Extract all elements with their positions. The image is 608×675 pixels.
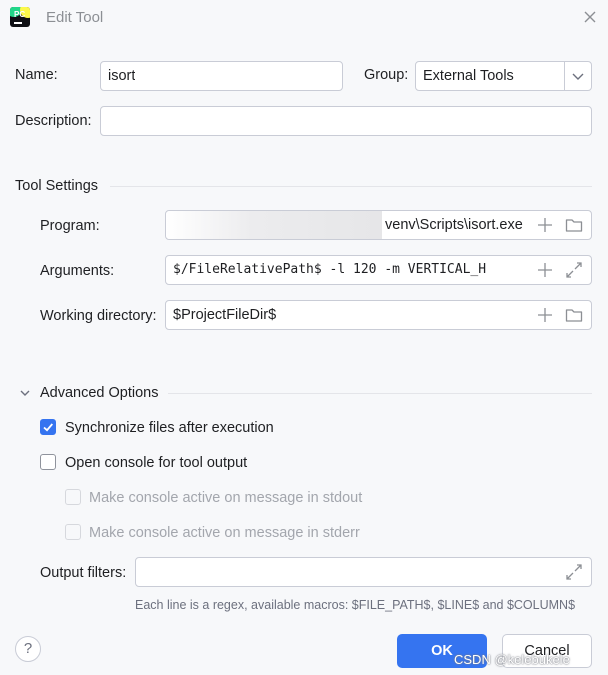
output-filters-label: Output filters:	[40, 565, 127, 581]
help-button[interactable]: ?	[15, 636, 41, 662]
stderr-active-checkbox	[65, 524, 81, 540]
tool-settings-separator	[110, 186, 592, 187]
close-icon[interactable]	[580, 7, 600, 27]
program-input[interactable]: venv\Scripts\isort.exe	[165, 210, 592, 240]
sync-files-label[interactable]: Synchronize files after execution	[65, 420, 274, 436]
folder-icon[interactable]	[564, 305, 584, 325]
open-console-checkbox[interactable]	[40, 454, 56, 470]
chevron-down-icon[interactable]	[568, 66, 588, 86]
output-filters-input[interactable]	[135, 557, 592, 587]
open-console-label[interactable]: Open console for tool output	[65, 455, 247, 471]
watermark: CSDN @kelebukele	[454, 652, 570, 667]
group-select[interactable]: External Tools	[415, 61, 592, 91]
arguments-input-value: $/FileRelativePath$ -l 120 -m VERTICAL_H	[173, 262, 487, 277]
group-label: Group:	[364, 67, 409, 83]
working-directory-value: $ProjectFileDir$	[173, 307, 277, 323]
working-directory-input[interactable]: $ProjectFileDir$	[165, 300, 592, 330]
name-input-value: isort	[108, 68, 136, 84]
stderr-active-label: Make console active on message in stderr	[89, 525, 360, 541]
plus-icon[interactable]	[535, 215, 555, 235]
expand-icon[interactable]	[564, 260, 584, 280]
group-select-divider	[564, 62, 565, 90]
plus-icon[interactable]	[535, 260, 555, 280]
description-input[interactable]	[100, 106, 592, 136]
plus-icon[interactable]	[535, 305, 555, 325]
expand-icon[interactable]	[564, 562, 584, 582]
arguments-input[interactable]: $/FileRelativePath$ -l 120 -m VERTICAL_H	[165, 255, 592, 285]
advanced-options-separator	[168, 393, 592, 394]
redacted-region	[166, 211, 382, 239]
name-input[interactable]: isort	[100, 61, 343, 91]
checkmark-icon	[43, 423, 53, 432]
program-label: Program:	[40, 218, 100, 234]
sync-files-checkbox[interactable]	[40, 419, 56, 435]
pycharm-logo-icon: PC	[10, 7, 30, 27]
dialog-title: Edit Tool	[46, 9, 104, 26]
description-label: Description:	[15, 113, 92, 129]
stdout-active-label: Make console active on message in stdout	[89, 490, 363, 506]
arguments-label: Arguments:	[40, 263, 115, 279]
group-select-value: External Tools	[423, 68, 514, 84]
advanced-options-heading[interactable]: Advanced Options	[40, 385, 159, 401]
working-directory-label: Working directory:	[40, 308, 157, 324]
name-label: Name:	[15, 67, 58, 83]
tool-settings-heading: Tool Settings	[15, 178, 99, 194]
chevron-down-icon[interactable]	[16, 384, 34, 402]
folder-icon[interactable]	[564, 215, 584, 235]
output-filters-hint: Each line is a regex, available macros: …	[135, 598, 576, 612]
stdout-active-checkbox	[65, 489, 81, 505]
program-input-value: venv\Scripts\isort.exe	[385, 217, 523, 233]
